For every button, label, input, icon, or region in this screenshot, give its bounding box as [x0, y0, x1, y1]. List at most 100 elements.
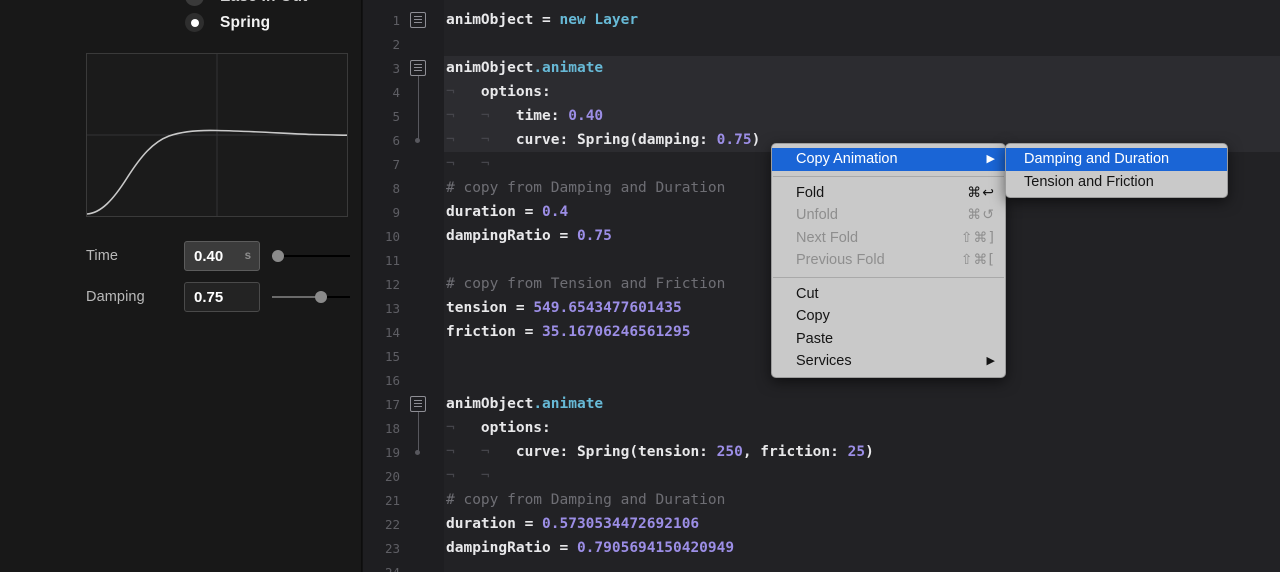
- fold-toggle-icon[interactable]: [410, 60, 426, 76]
- code-line[interactable]: 20¬ ¬: [362, 464, 1280, 488]
- menu-item-shortcut: ⌘↺: [967, 207, 995, 223]
- code-line[interactable]: 22duration = 0.5730534472692106: [362, 512, 1280, 536]
- fold-toggle-icon[interactable]: [410, 396, 426, 412]
- submenu-item-tension-and-friction[interactable]: Tension and Friction: [1006, 171, 1227, 194]
- code-token: curve: Spring(tension:: [516, 444, 717, 460]
- line-number: 16: [362, 373, 402, 388]
- line-number: 20: [362, 469, 402, 484]
- code-token: ¬: [446, 444, 481, 460]
- line-number: 9: [362, 205, 402, 220]
- menu-item-copy-animation[interactable]: Copy Animation▶: [772, 148, 1005, 171]
- code-line[interactable]: 21# copy from Damping and Duration: [362, 488, 1280, 512]
- code-line[interactable]: 5¬ ¬ time: 0.40: [362, 104, 1280, 128]
- damping-slider-thumb[interactable]: [315, 291, 327, 303]
- code-token: duration =: [446, 516, 542, 532]
- fold-toggle-icon[interactable]: [410, 12, 426, 28]
- code-token: 35.16706246561295: [542, 324, 690, 340]
- code-token: 0.75: [717, 132, 752, 148]
- code-line-text: ¬ ¬: [444, 156, 490, 172]
- param-row-damping: Damping 0.75: [86, 282, 348, 312]
- copy-animation-submenu[interactable]: Damping and Duration Tension and Friction: [1005, 143, 1228, 198]
- code-token: ¬: [446, 420, 481, 436]
- code-token: 549.6543477601435: [533, 300, 681, 316]
- menu-item-shortcut: ⇧⌘]: [961, 230, 995, 246]
- line-number: 17: [362, 397, 402, 412]
- code-token: # copy from Damping and Duration: [446, 180, 725, 196]
- code-token: ¬: [481, 156, 490, 172]
- time-slider[interactable]: [272, 241, 350, 271]
- code-line-text: duration = 0.4: [444, 204, 568, 220]
- radio-button-ease-in-out[interactable]: [185, 0, 204, 6]
- spring-curve-graph: [86, 53, 348, 217]
- time-slider-thumb[interactable]: [272, 250, 284, 262]
- code-line[interactable]: 24: [362, 560, 1280, 572]
- code-line-text: animObject.animate: [444, 60, 603, 76]
- menu-item-paste[interactable]: Paste: [772, 328, 1005, 351]
- menu-item-next-fold: Next Fold⇧⌘]: [772, 227, 1005, 250]
- code-line[interactable]: 1 animObject = new Layer: [362, 8, 1280, 32]
- menu-item-label: Paste: [796, 331, 833, 347]
- code-token: options:: [481, 420, 551, 436]
- code-line-text: # copy from Damping and Duration: [444, 492, 725, 508]
- line-number: 2: [362, 37, 402, 52]
- code-line-text: ¬ ¬ curve: Spring(damping: 0.75): [444, 132, 760, 148]
- line-number: 11: [362, 253, 402, 268]
- menu-separator: [773, 277, 1004, 278]
- code-line-text: animObject = new Layer: [444, 12, 638, 28]
- code-token: ¬: [446, 132, 481, 148]
- menu-item-cut[interactable]: Cut: [772, 283, 1005, 306]
- code-token: .animate: [533, 396, 603, 412]
- menu-item-label: Fold: [796, 185, 824, 201]
- code-token: # copy from Damping and Duration: [446, 492, 725, 508]
- submenu-item-label: Tension and Friction: [1024, 174, 1154, 190]
- code-line-text: # copy from Damping and Duration: [444, 180, 725, 196]
- code-token: ¬: [481, 132, 516, 148]
- code-line[interactable]: 17 animObject.animate: [362, 392, 1280, 416]
- code-line-text: friction = 35.16706246561295: [444, 324, 690, 340]
- menu-item-shortcut: ⌘↩: [967, 185, 995, 201]
- code-token: # copy from Tension and Friction: [446, 276, 725, 292]
- code-line-text: dampingRatio = 0.75: [444, 228, 612, 244]
- menu-item-label: Copy Animation: [796, 151, 898, 167]
- code-token: .animate: [533, 60, 603, 76]
- line-number: 14: [362, 325, 402, 340]
- code-line-text: animObject.animate: [444, 396, 603, 412]
- line-number: 1: [362, 13, 402, 28]
- code-token: ¬: [481, 108, 516, 124]
- context-menu[interactable]: Copy Animation▶ Fold ⌘↩ Unfold⌘↺Next Fold⇧⌘…: [771, 143, 1006, 378]
- line-number: 18: [362, 421, 402, 436]
- code-token: 0.7905694150420949: [577, 540, 734, 556]
- line-number: 12: [362, 277, 402, 292]
- submenu-item-damping-and-duration[interactable]: Damping and Duration: [1006, 148, 1227, 171]
- code-token: tension =: [446, 300, 533, 316]
- radio-option-ease-in-out[interactable]: Ease In Out: [185, 0, 307, 6]
- code-line[interactable]: 2: [362, 32, 1280, 56]
- radio-option-spring[interactable]: Spring: [185, 13, 270, 32]
- code-line[interactable]: 19¬ ¬ curve: Spring(tension: 250, fricti…: [362, 440, 1280, 464]
- code-line[interactable]: 3animObject.animate: [362, 56, 1280, 80]
- code-token: 0.40: [568, 108, 603, 124]
- code-token: ¬: [481, 468, 490, 484]
- menu-item-copy[interactable]: Copy: [772, 305, 1005, 328]
- menu-item-fold[interactable]: Fold ⌘↩: [772, 182, 1005, 205]
- time-input-value: 0.40: [194, 248, 223, 265]
- menu-separator: [773, 176, 1004, 177]
- code-token: =: [542, 12, 559, 28]
- code-line[interactable]: 23dampingRatio = 0.7905694150420949: [362, 536, 1280, 560]
- line-number: 8: [362, 181, 402, 196]
- menu-item-services[interactable]: Services▶: [772, 350, 1005, 373]
- damping-input[interactable]: 0.75: [184, 282, 260, 312]
- damping-slider[interactable]: [272, 282, 350, 312]
- damping-slider-fill: [272, 296, 321, 298]
- menu-item-label: Previous Fold: [796, 252, 885, 268]
- time-input[interactable]: 0.40 s: [184, 241, 260, 271]
- menu-item-shortcut: ⇧⌘[: [961, 252, 995, 268]
- radio-button-spring[interactable]: [185, 13, 204, 32]
- code-line[interactable]: 18 ¬ options:: [362, 416, 1280, 440]
- code-line[interactable]: 4¬ options:: [362, 80, 1280, 104]
- time-input-unit: s: [245, 250, 251, 262]
- param-row-time: Time 0.40 s: [86, 241, 348, 271]
- menu-item-unfold: Unfold⌘↺: [772, 204, 1005, 227]
- line-number: 4: [362, 85, 402, 100]
- radio-label-ease-in-out: Ease In Out: [220, 0, 307, 6]
